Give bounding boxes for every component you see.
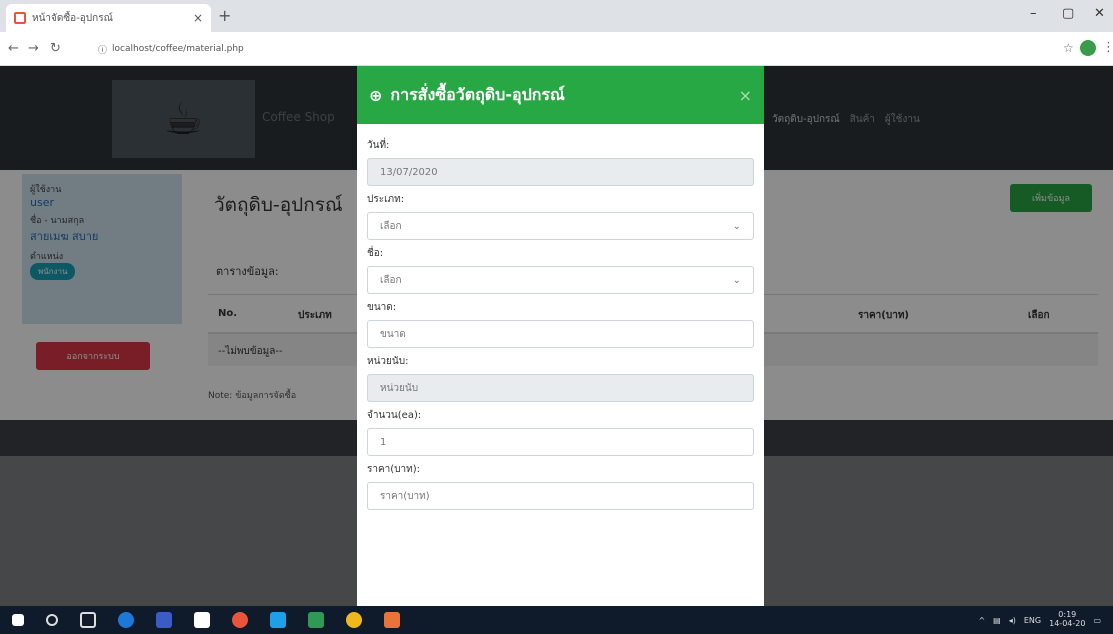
chevron-down-icon: ⌄ [732,220,741,232]
close-window-icon[interactable]: ✕ [1094,6,1105,21]
language-indicator[interactable]: ENG [1024,616,1041,625]
browser-tabbar: หน้าจัดซื้อ-อุปกรณ์ × + – ▢ ✕ [0,0,1113,32]
windows-taskbar: ^ ▤ ◂) ENG 0:19 14-04-20 ▭ [0,606,1113,634]
menu-kebab-icon[interactable]: ⋮ [1102,40,1113,55]
address-bar-area: ← → ↻ ⓘ localhost/coffee/material.php ☆ … [0,32,1113,66]
app-icon[interactable] [384,612,400,628]
network-icon[interactable]: ▤ [993,616,1001,625]
price-label: ราคา(บาท): [367,464,421,475]
unit-label: หน่วยนับ: [367,356,409,367]
tray-up-icon[interactable]: ^ [978,616,985,625]
unit-field: หน่วยนับ [367,374,754,402]
edge-icon[interactable] [118,612,134,628]
name-label: ชื่อ: [367,248,384,259]
notification-icon[interactable]: ▭ [1093,616,1101,625]
new-tab-icon[interactable]: + [218,6,231,25]
purchase-modal: ⊕ การสั่งซื้อวัตถุดิบ-อุปกรณ์ × วันที่: … [357,66,764,606]
forward-icon[interactable]: → [28,41,39,56]
minimize-icon[interactable]: – [1030,6,1037,21]
app-icon[interactable] [232,612,248,628]
chrome-icon[interactable] [346,612,362,628]
size-label: ขนาด: [367,302,397,313]
qty-field[interactable]: 1 [367,428,754,456]
favicon-icon [14,12,26,24]
tab-title: หน้าจัดซื้อ-อุปกรณ์ [32,12,113,24]
price-field[interactable]: ราคา(บาท) [367,482,754,510]
modal-close-icon[interactable]: × [739,86,752,105]
clock[interactable]: 0:19 14-04-20 [1049,610,1086,629]
windows-start-icon[interactable] [12,614,24,626]
type-label: ประเภท: [367,194,405,205]
reload-icon[interactable]: ↻ [50,41,61,56]
chevron-down-icon: ⌄ [732,274,741,286]
app-icon[interactable] [270,612,286,628]
task-view-icon[interactable] [80,612,96,628]
url-field[interactable]: ⓘ localhost/coffee/material.php [98,38,1018,60]
modal-header: ⊕ การสั่งซื้อวัตถุดิบ-อุปกรณ์ × [357,66,764,124]
bookmark-star-icon[interactable]: ☆ [1063,41,1074,55]
browser-tab[interactable]: หน้าจัดซื้อ-อุปกรณ์ × [6,4,211,32]
name-select[interactable]: เลือก ⌄ [367,266,754,294]
name-select-value: เลือก [380,274,402,286]
url-text: localhost/coffee/material.php [112,44,244,54]
type-select[interactable]: เลือก ⌄ [367,212,754,240]
clock-date: 14-04-20 [1049,619,1086,628]
type-select-value: เลือก [380,220,402,232]
info-icon: ⓘ [98,45,108,56]
modal-title: การสั่งซื้อวัตถุดิบ-อุปกรณ์ [390,84,565,104]
date-label: วันที่: [367,140,390,151]
volume-icon[interactable]: ◂) [1009,616,1016,625]
extension-icon[interactable] [1080,40,1096,56]
tab-close-icon[interactable]: × [193,11,203,25]
date-field: 13/07/2020 [367,158,754,186]
back-icon[interactable]: ← [8,41,19,56]
qty-label: จำนวน(ea): [367,410,422,421]
modal-body: วันที่: 13/07/2020 ประเภท: เลือก ⌄ ชื่อ:… [357,124,764,522]
maximize-icon[interactable]: ▢ [1062,6,1074,21]
app-icon[interactable] [308,612,324,628]
plus-circle-icon: ⊕ [369,85,383,105]
store-icon[interactable] [194,612,210,628]
size-field[interactable]: ขนาด [367,320,754,348]
app-icon[interactable] [156,612,172,628]
search-icon[interactable] [46,614,58,626]
page: ☕ Coffee Shop วัตถุดิบ-อุปกรณ์ สินค้า ผู… [0,66,1113,606]
system-tray: ^ ▤ ◂) ENG 0:19 14-04-20 ▭ [978,610,1113,629]
